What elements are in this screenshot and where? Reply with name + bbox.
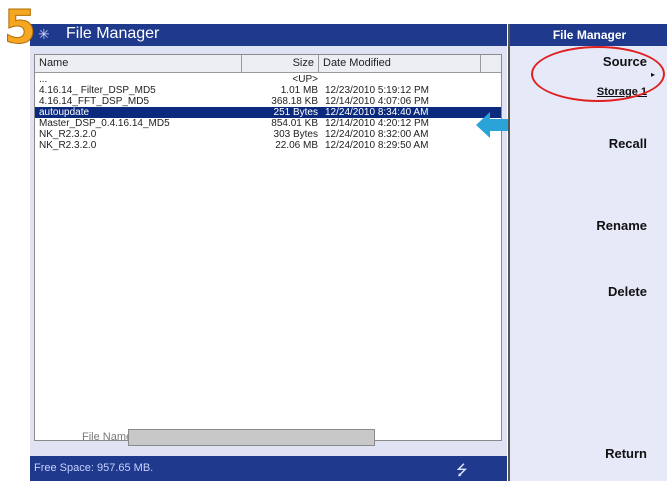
status-bar: Free Space: 957.65 MB. ⭍ xyxy=(30,456,507,481)
file-size: 854.01 KB xyxy=(271,118,318,129)
rename-button[interactable]: Rename xyxy=(510,194,667,262)
file-size: <UP> xyxy=(292,74,318,85)
panel-title: File Manager xyxy=(510,24,667,46)
file-name: 4.16.14_ Filter_DSP_MD5 xyxy=(39,85,156,96)
rename-label: Rename xyxy=(596,218,647,233)
file-list[interactable]: Name Size Date Modified ... <UP> 4.16.14… xyxy=(34,54,502,441)
file-name: Master_DSP_0.4.16.14_MD5 xyxy=(39,118,170,129)
delete-label: Delete xyxy=(607,284,647,299)
file-row[interactable]: Master_DSP_0.4.16.14_MD5 854.01 KB 12/14… xyxy=(35,118,501,129)
file-row-selected[interactable]: autoupdate 251 Bytes 12/24/2010 8:34:40 … xyxy=(35,107,501,118)
file-size: 1.01 MB xyxy=(280,85,318,96)
file-row[interactable]: 4.16.14_ Filter_DSP_MD5 1.01 MB 12/23/20… xyxy=(35,85,501,96)
file-name: 4.16.14_FFT_DSP_MD5 xyxy=(39,96,150,107)
step-number-badge: 5 xyxy=(3,0,37,54)
file-size: 303 Bytes xyxy=(273,129,318,140)
file-rows: ... <UP> 4.16.14_ Filter_DSP_MD5 1.01 MB… xyxy=(35,74,501,151)
column-header-extra xyxy=(481,55,501,72)
delete-button[interactable]: Delete xyxy=(510,260,667,328)
file-date: 12/14/2010 4:20:12 PM xyxy=(325,118,429,129)
file-list-header: Name Size Date Modified xyxy=(35,55,501,73)
file-size: 251 Bytes xyxy=(273,107,318,118)
file-date: 12/24/2010 8:32:00 AM xyxy=(325,129,429,140)
empty-softkey-1[interactable] xyxy=(510,326,667,392)
file-row[interactable]: ... <UP> xyxy=(35,74,501,85)
file-row[interactable]: NK_R2.3.2.0 303 Bytes 12/24/2010 8:32:00… xyxy=(35,129,501,140)
gear-icon: ✳ xyxy=(38,26,50,42)
window-titlebar: ✳ File Manager xyxy=(30,24,507,46)
file-date: 12/24/2010 8:34:40 AM xyxy=(325,107,429,118)
recall-button[interactable]: Recall xyxy=(510,128,667,196)
file-name: autoupdate xyxy=(39,107,90,118)
file-size: 22.06 MB xyxy=(275,140,318,151)
file-name-field[interactable] xyxy=(128,429,375,446)
column-header-date[interactable]: Date Modified xyxy=(319,55,481,72)
file-size: 368.18 KB xyxy=(271,96,318,107)
window-title: File Manager xyxy=(66,25,160,42)
recall-label: Recall xyxy=(608,136,647,151)
usb-icon: ⭍ xyxy=(456,462,468,478)
file-manager-window: ✳ File Manager Name Size Date Modified .… xyxy=(30,24,507,481)
file-name: ... xyxy=(39,74,48,85)
file-date: 12/24/2010 8:29:50 AM xyxy=(325,140,429,151)
return-label: Return xyxy=(605,446,647,461)
file-date: 12/14/2010 4:07:06 PM xyxy=(325,96,429,107)
file-name: NK_R2.3.2.0 xyxy=(39,129,97,140)
file-row[interactable]: NK_R2.3.2.0 22.06 MB 12/24/2010 8:29:50 … xyxy=(35,140,501,151)
file-name: NK_R2.3.2.0 xyxy=(39,140,97,151)
column-header-size[interactable]: Size xyxy=(242,55,319,72)
file-date: 12/23/2010 5:19:12 PM xyxy=(325,85,429,96)
column-header-name[interactable]: Name xyxy=(35,55,242,72)
return-button[interactable]: Return xyxy=(510,446,667,481)
free-space-text: Free Space: 957.65 MB. xyxy=(34,462,154,474)
pointer-arrow-icon xyxy=(476,110,510,145)
file-row[interactable]: 4.16.14_FFT_DSP_MD5 368.18 KB 12/14/2010… xyxy=(35,96,501,107)
annotation-ellipse xyxy=(531,46,665,102)
